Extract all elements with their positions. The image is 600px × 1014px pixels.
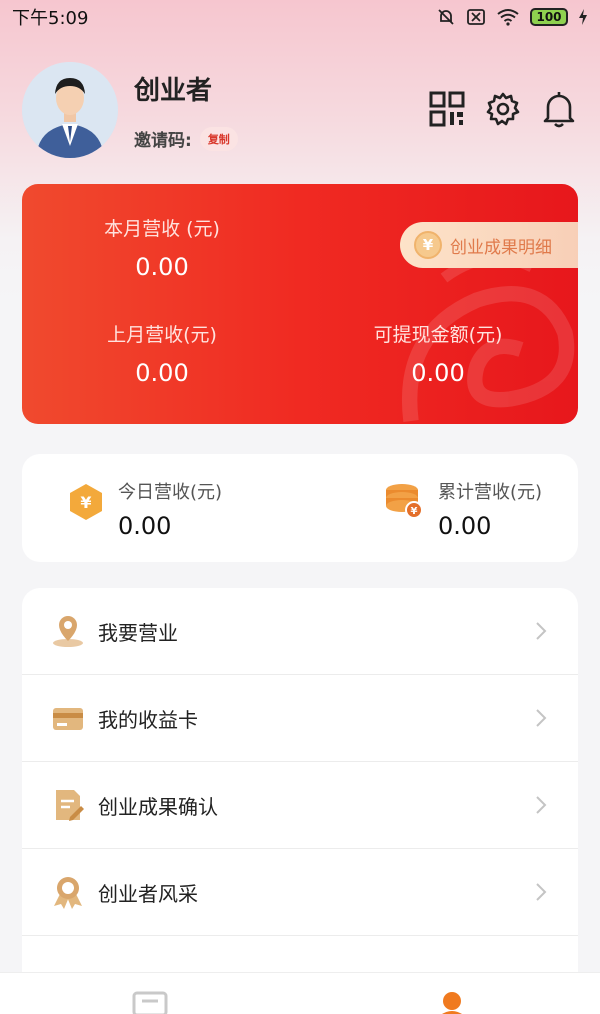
withdrawable-amount-label: 可提现金额(元) bbox=[373, 324, 503, 346]
copy-button[interactable]: 复制 bbox=[199, 126, 238, 151]
last-month-revenue-value: 0.00 bbox=[135, 359, 189, 387]
sim-off-icon bbox=[467, 9, 485, 25]
tab-profile[interactable] bbox=[434, 987, 470, 1014]
withdrawable-amount-value: 0.00 bbox=[411, 359, 465, 387]
home-tab-icon bbox=[132, 991, 168, 1014]
mute-bell-icon bbox=[438, 9, 454, 25]
menu-list: 我要营业 我的收益卡 创业成果确认 创业者风采 bbox=[22, 588, 578, 1008]
chevron-right-icon bbox=[536, 883, 547, 901]
chevron-right-icon bbox=[536, 622, 547, 640]
document-edit-icon bbox=[50, 787, 86, 823]
today-revenue-label: 今日营收(元) bbox=[118, 482, 223, 503]
revenue-card: 本月营收 (元) 0.00 ¥ 创业成果明细 上月营收(元) 0.00 可提现金… bbox=[22, 184, 578, 424]
menu-item-entrepreneur-showcase[interactable]: 创业者风采 bbox=[22, 849, 578, 936]
charging-icon bbox=[579, 9, 587, 25]
bell-icon[interactable] bbox=[540, 90, 578, 128]
status-icons: 100 bbox=[436, 7, 588, 27]
profile-header: 创业者 邀请码: 复制 bbox=[22, 62, 578, 162]
header-actions bbox=[428, 90, 578, 128]
invite-code-label: 邀请码: bbox=[134, 131, 192, 151]
this-month-revenue-label: 本月营收 (元) bbox=[104, 218, 220, 240]
invite-code-row: 邀请码: 复制 bbox=[134, 126, 238, 151]
location-pin-icon bbox=[50, 613, 86, 649]
wifi-icon bbox=[497, 9, 519, 26]
this-month-revenue-value: 0.00 bbox=[135, 253, 189, 281]
avatar-image bbox=[22, 62, 118, 158]
menu-item-achievement-confirm[interactable]: 创业成果确认 bbox=[22, 762, 578, 849]
tab-home[interactable] bbox=[132, 987, 168, 1014]
qrcode-icon[interactable] bbox=[428, 90, 466, 128]
menu-item-start-business[interactable]: 我要营业 bbox=[22, 588, 578, 675]
svg-text:¥: ¥ bbox=[411, 506, 418, 517]
yuan-hexagon-icon: ¥ bbox=[70, 484, 102, 520]
chevron-right-icon bbox=[536, 796, 547, 814]
status-time: 下午5:09 bbox=[12, 8, 89, 29]
menu-item-label: 创业成果确认 bbox=[98, 794, 218, 819]
total-revenue-label: 累计营收(元) bbox=[438, 482, 543, 503]
battery-indicator: 100 bbox=[530, 8, 568, 26]
summary-card: ¥ 今日营收(元) 0.00 ¥ 累计营收(元) 0.00 bbox=[22, 454, 578, 562]
card-icon bbox=[50, 700, 86, 736]
menu-item-label: 我要营业 bbox=[98, 620, 178, 645]
last-month-revenue: 上月营收(元) 0.00 bbox=[62, 320, 262, 387]
total-revenue-value: 0.00 bbox=[438, 512, 492, 540]
coin-stack-icon: ¥ bbox=[386, 484, 423, 519]
achievement-detail-button[interactable]: ¥ 创业成果明细 bbox=[400, 222, 578, 268]
yuan-coin-icon: ¥ bbox=[414, 231, 442, 259]
today-revenue-value: 0.00 bbox=[118, 512, 172, 540]
menu-item-label: 我的收益卡 bbox=[98, 707, 198, 732]
menu-item-earnings-card[interactable]: 我的收益卡 bbox=[22, 675, 578, 762]
user-name: 创业者 bbox=[134, 76, 213, 106]
today-revenue: ¥ 今日营收(元) 0.00 bbox=[68, 478, 222, 540]
award-icon bbox=[50, 874, 86, 910]
withdrawable-amount: 可提现金额(元) 0.00 bbox=[338, 320, 538, 387]
svg-text:¥: ¥ bbox=[80, 493, 91, 512]
menu-item-label: 创业者风采 bbox=[98, 881, 198, 906]
status-bar: 下午5:09 100 bbox=[0, 0, 600, 34]
this-month-revenue: 本月营收 (元) 0.00 bbox=[62, 214, 262, 281]
chevron-right-icon bbox=[536, 709, 547, 727]
bottom-tab-bar bbox=[0, 972, 600, 1014]
gear-icon[interactable] bbox=[484, 90, 522, 128]
last-month-revenue-label: 上月营收(元) bbox=[107, 324, 217, 346]
achievement-detail-label: 创业成果明细 bbox=[450, 237, 552, 258]
profile-tab-icon bbox=[442, 992, 462, 1014]
total-revenue: ¥ 累计营收(元) 0.00 bbox=[384, 478, 542, 540]
avatar[interactable] bbox=[22, 62, 118, 158]
